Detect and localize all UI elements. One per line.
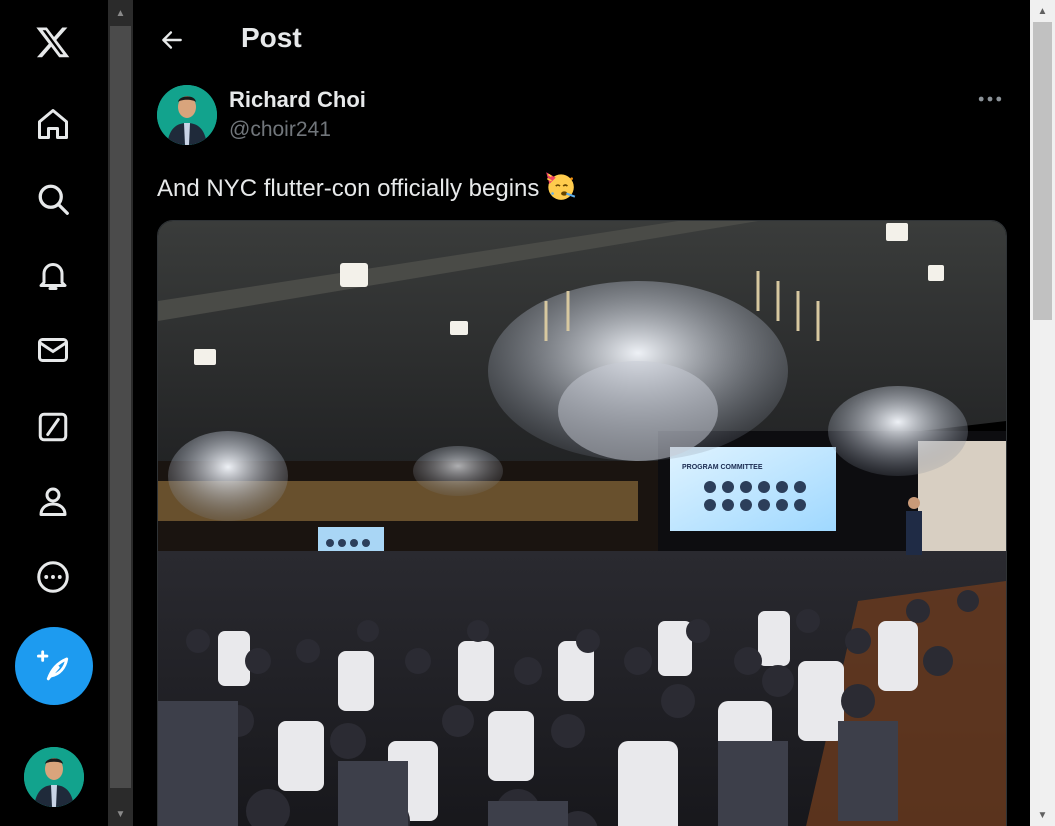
post-text: And NYC flutter-con officially begins xyxy=(157,168,577,209)
author-avatar[interactable] xyxy=(157,85,217,145)
scroll-up-arrow-icon[interactable]: ▲ xyxy=(1030,0,1055,22)
x-logo-icon[interactable] xyxy=(29,18,77,66)
feather-plus-icon xyxy=(37,650,69,681)
post-media-image[interactable]: PROGRAM COMMITTEE xyxy=(157,220,1007,826)
page-title: Post xyxy=(241,22,302,53)
header: Post xyxy=(133,0,1030,78)
author-handle[interactable]: @choir241 xyxy=(229,118,331,142)
grok-icon[interactable] xyxy=(29,403,77,451)
more-circle-icon[interactable] xyxy=(29,553,77,601)
home-icon[interactable] xyxy=(29,100,77,148)
sidebar-scrollbar[interactable]: ▲ ▼ xyxy=(108,0,133,826)
bell-icon[interactable] xyxy=(29,251,77,299)
scroll-down-arrow-icon[interactable]: ▼ xyxy=(108,803,133,825)
profile-icon[interactable] xyxy=(29,477,77,525)
sidebar-nav xyxy=(0,0,108,826)
more-options-button[interactable] xyxy=(975,88,1005,110)
post-body: And NYC flutter-con officially begins xyxy=(157,175,540,202)
scrollbar-thumb[interactable] xyxy=(110,26,131,788)
conference-hall-photo: PROGRAM COMMITTEE xyxy=(158,221,1006,826)
post-detail: Post Richard Choi @choir241 And NYC flut… xyxy=(133,0,1030,826)
arrow-left-icon xyxy=(162,31,182,49)
author-name[interactable]: Richard Choi xyxy=(229,87,366,113)
partying-face-icon xyxy=(543,168,577,209)
compose-post-button[interactable] xyxy=(15,627,93,705)
search-icon[interactable] xyxy=(29,175,77,223)
ellipsis-icon xyxy=(978,96,1002,102)
account-avatar[interactable] xyxy=(24,747,84,807)
mail-icon[interactable] xyxy=(29,326,77,374)
scroll-up-arrow-icon[interactable]: ▲ xyxy=(108,2,133,24)
screen-heading: PROGRAM COMMITTEE xyxy=(682,464,763,471)
scroll-down-arrow-icon[interactable]: ▼ xyxy=(1030,804,1055,826)
page-scrollbar[interactable]: ▲ ▼ xyxy=(1030,0,1055,826)
back-button[interactable] xyxy=(155,23,189,57)
scrollbar-thumb[interactable] xyxy=(1033,22,1052,320)
